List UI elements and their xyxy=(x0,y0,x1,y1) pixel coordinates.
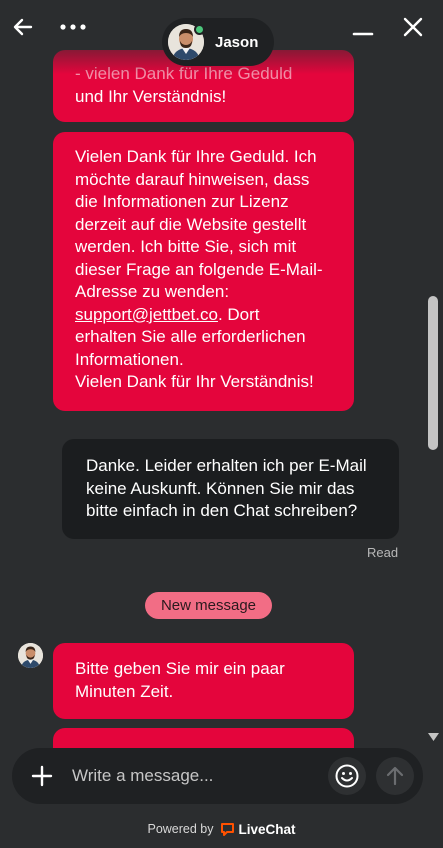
message-line: möchte darauf hinweisen, dass xyxy=(75,169,310,189)
add-attachment-button[interactable] xyxy=(26,760,58,792)
minimize-button[interactable] xyxy=(348,12,378,42)
more-options-button[interactable] xyxy=(58,12,88,42)
chat-bubble-icon xyxy=(220,822,235,837)
plus-icon xyxy=(31,765,53,787)
agent-header[interactable]: Jason xyxy=(162,18,274,66)
livechat-logo[interactable]: LiveChat xyxy=(220,822,296,837)
message-composer xyxy=(12,748,423,804)
powered-by-footer: Powered by LiveChat xyxy=(0,818,443,840)
chat-header: Jason xyxy=(0,0,443,66)
scroll-down-button[interactable] xyxy=(427,730,440,743)
user-message: Danke. Leider erhalten ich per E-Mail ke… xyxy=(62,439,399,539)
message-line: Vielen Dank für Ihre Geduld. Ich xyxy=(75,147,317,166)
message-line: bitte einfach in den Chat schreiben? xyxy=(86,501,358,520)
message-text: . Dort xyxy=(217,304,260,324)
close-icon xyxy=(403,17,423,37)
emoji-button[interactable] xyxy=(328,757,366,795)
message-line: - vielen Dank für Ihre Geduld xyxy=(75,64,293,83)
message-line: support@jettbet.co. Dort xyxy=(75,304,332,327)
brand-name: LiveChat xyxy=(238,821,296,837)
message-line: die Informationen zur Lizenz xyxy=(75,192,289,211)
online-status-dot xyxy=(194,24,205,35)
back-button[interactable] xyxy=(8,12,38,42)
message-line: und Ihr Verständnis! xyxy=(75,86,227,106)
message-input[interactable] xyxy=(72,758,322,794)
message-line: Vielen Dank für Ihr Verständnis! xyxy=(75,372,314,391)
agent-name: Jason xyxy=(215,33,259,51)
minimize-icon xyxy=(352,32,374,36)
message-line: dieser Frage an folgende E-Mail- xyxy=(75,259,323,279)
more-dots-icon xyxy=(60,24,86,30)
message-line: Adresse zu wenden: xyxy=(75,282,230,301)
agent-message xyxy=(53,728,354,748)
message-line: Informationen. xyxy=(75,349,184,369)
agent-avatar-small xyxy=(18,643,43,668)
scrollbar-thumb[interactable] xyxy=(428,296,438,450)
powered-by-label: Powered by xyxy=(147,822,214,836)
close-button[interactable] xyxy=(398,12,428,42)
message-line: Bitte geben Sie mir ein paar xyxy=(75,659,285,678)
smiley-icon xyxy=(335,764,359,788)
message-line: derzeit auf die Website gestellt xyxy=(75,214,307,234)
message-line: Minuten Zeit. xyxy=(75,681,174,701)
avatar-icon xyxy=(18,643,43,668)
triangle-down-icon xyxy=(428,732,439,741)
send-button[interactable] xyxy=(376,757,414,795)
arrow-up-icon xyxy=(386,766,404,786)
message-list[interactable]: - vielen Dank für Ihre Geduld und Ihr Ve… xyxy=(0,0,443,748)
read-status: Read xyxy=(367,545,399,560)
message-line: keine Auskunft. Können Sie mir das xyxy=(86,478,355,498)
email-link[interactable]: support@jettbet.co xyxy=(75,305,218,324)
message-line: werden. Ich bitte Sie, sich mit xyxy=(75,237,297,256)
agent-message: Vielen Dank für Ihre Geduld. Ich möchte … xyxy=(53,132,354,411)
new-message-badge[interactable]: New message xyxy=(145,592,272,619)
message-line: erhalten Sie alle erforderlichen xyxy=(75,327,306,346)
arrow-left-icon xyxy=(13,18,33,36)
message-line: Danke. Leider erhalten ich per E-Mail xyxy=(86,456,367,475)
agent-message: Bitte geben Sie mir ein paar Minuten Zei… xyxy=(53,643,354,719)
